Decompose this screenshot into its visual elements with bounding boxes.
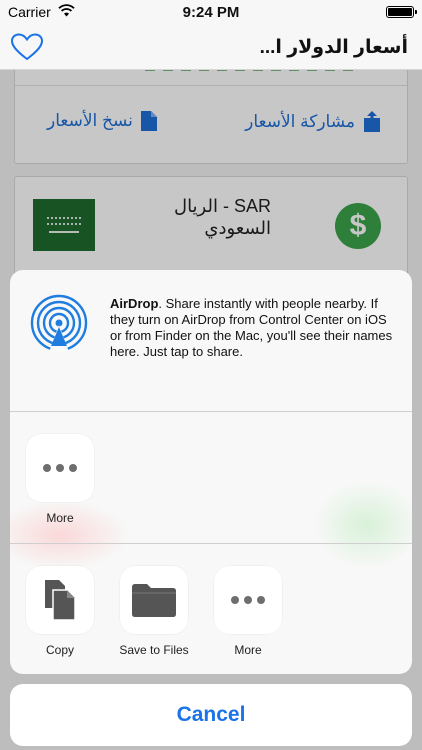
divider <box>10 543 412 544</box>
more-actions-label: More <box>234 643 262 657</box>
status-bar: Carrier 9:24 PM <box>0 0 422 24</box>
copy-icon <box>45 580 76 620</box>
navigation-bar: أسعار الدولار ا... <box>0 24 422 70</box>
heart-icon[interactable] <box>10 33 44 66</box>
save-to-files-label: Save to Files <box>119 643 189 657</box>
airdrop-section: AirDrop. Share instantly with people nea… <box>10 270 412 411</box>
airdrop-description: AirDrop. Share instantly with people nea… <box>110 296 400 360</box>
more-apps-label: More <box>46 511 74 525</box>
battery-icon <box>386 6 417 18</box>
more-apps-button[interactable] <box>26 434 94 502</box>
page-title: أسعار الدولار ا... <box>259 37 408 58</box>
save-to-files-button[interactable] <box>120 566 188 634</box>
folder-icon <box>132 584 176 617</box>
more-icon <box>231 596 265 604</box>
clock: 9:24 PM <box>182 4 240 21</box>
copy-label: Copy <box>45 643 74 657</box>
more-actions-button[interactable] <box>214 566 282 634</box>
airdrop-icon <box>30 294 88 357</box>
cancel-button[interactable]: Cancel <box>10 684 412 746</box>
divider <box>10 411 412 412</box>
more-icon <box>43 464 77 472</box>
airdrop-title: AirDrop <box>110 296 159 311</box>
share-sheet: AirDrop. Share instantly with people nea… <box>10 270 412 674</box>
copy-button[interactable] <box>26 566 94 634</box>
